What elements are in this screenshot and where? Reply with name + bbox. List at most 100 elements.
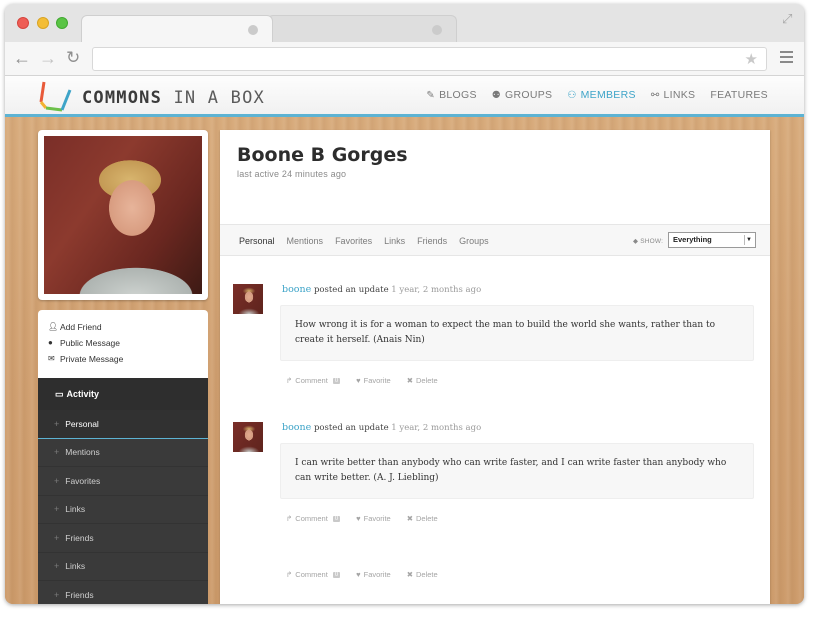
- sidebar-item-activity[interactable]: ▭ Activity: [38, 378, 208, 410]
- main-nav: ✎ BLOGS ⚉ GROUPS ⚇ MEMBERS ⚯ LINKS FEATURES: [426, 89, 768, 101]
- site-logo-text[interactable]: COMMONS IN A BOX: [82, 88, 265, 108]
- browser-menu-icon[interactable]: [780, 51, 793, 63]
- plus-icon: +: [54, 504, 60, 515]
- nav-links[interactable]: ⚯ LINKS: [651, 89, 696, 101]
- comment-count: 0: [332, 515, 341, 522]
- favorite-label: Favorite: [363, 376, 391, 385]
- sidebar-item-label: Friends: [65, 589, 94, 600]
- delete-button[interactable]: ✖ Delete: [407, 376, 438, 385]
- address-bar[interactable]: ★: [92, 47, 767, 71]
- delete-button[interactable]: ✖ Delete: [407, 514, 438, 523]
- tab-personal[interactable]: Personal: [239, 236, 275, 246]
- sidebar-item-friends-2[interactable]: + Friends: [38, 581, 208, 604]
- comment-count: 0: [332, 571, 341, 578]
- nav-label: MEMBERS: [580, 89, 636, 101]
- reply-icon: ↱: [286, 570, 293, 579]
- tab-mentions[interactable]: Mentions: [287, 236, 324, 246]
- delete-button[interactable]: ✖ Delete: [407, 570, 438, 579]
- action-label: Private Message: [60, 354, 124, 364]
- tab-close-icon[interactable]: [432, 25, 442, 35]
- fullscreen-icon[interactable]: ⤢: [782, 11, 796, 26]
- comment-button[interactable]: ↱ Comment 0: [286, 376, 341, 385]
- comment-button[interactable]: ↱ Comment 0: [286, 570, 341, 579]
- sidebar-item-friends[interactable]: + Friends: [38, 524, 208, 553]
- add-friend-button[interactable]: 👤︎ Add Friend: [48, 319, 208, 335]
- chevron-down-icon: ▼: [744, 235, 753, 245]
- bookmark-star-icon[interactable]: ★: [745, 50, 758, 68]
- sidebar-item-label: Favorites: [65, 475, 101, 486]
- page-viewport: COMMONS IN A BOX ✎ BLOGS ⚉ GROUPS ⚇ MEMBERS…: [5, 76, 804, 604]
- forward-arrow-icon[interactable]: →: [39, 47, 57, 69]
- nav-features[interactable]: FEATURES: [710, 89, 768, 101]
- profile-content: Boone B Gorges last active 24 minutes ag…: [220, 130, 770, 604]
- private-message-button[interactable]: ✉ Private Message: [48, 351, 208, 367]
- sidebar-item-label: Links: [65, 561, 86, 572]
- favorite-button[interactable]: ♥ Favorite: [356, 376, 391, 385]
- show-filter-select[interactable]: Everything ▼: [668, 232, 756, 248]
- comment-label: Comment: [295, 376, 328, 385]
- action-label: Add Friend: [60, 322, 102, 332]
- close-window-button[interactable]: [17, 17, 29, 29]
- sidebar-item-favorites[interactable]: + Favorites: [38, 467, 208, 496]
- activity-timestamp[interactable]: 1 year, 2 months ago: [391, 423, 481, 433]
- sidebar-item-personal[interactable]: + Personal: [38, 410, 208, 439]
- nav-groups[interactable]: ⚉ GROUPS: [492, 89, 553, 101]
- sidebar-item-mentions[interactable]: + Mentions: [38, 439, 208, 467]
- plus-icon: +: [54, 418, 60, 429]
- maximize-window-button[interactable]: [56, 17, 68, 29]
- activity-timestamp[interactable]: 1 year, 2 months ago: [391, 285, 481, 295]
- plus-icon: +: [54, 475, 60, 486]
- avatar[interactable]: [233, 284, 263, 314]
- profile-avatar[interactable]: [44, 136, 202, 294]
- heart-icon: ♥: [356, 514, 361, 523]
- sidebar-item-links-2[interactable]: + Links: [38, 553, 208, 581]
- activity-meta: boone posted an update 1 year, 2 months …: [282, 284, 481, 295]
- sidebar-item-label: Personal: [65, 418, 99, 429]
- tab-favorites[interactable]: Favorites: [335, 236, 372, 246]
- nav-label: BLOGS: [439, 89, 477, 101]
- activity-icon: ▭: [55, 388, 64, 399]
- plus-icon: +: [54, 561, 60, 572]
- close-icon: ✖: [406, 514, 413, 523]
- favorite-button[interactable]: ♥ Favorite: [356, 570, 391, 579]
- logo-icon[interactable]: [38, 80, 74, 112]
- nav-label: FEATURES: [710, 89, 768, 101]
- reload-icon[interactable]: ↻: [66, 47, 80, 69]
- sidebar-item-label: Friends: [65, 532, 94, 543]
- tab-groups[interactable]: Groups: [459, 236, 489, 246]
- favorite-label: Favorite: [363, 514, 391, 523]
- activity-action-text: posted an update: [313, 423, 389, 433]
- avatar[interactable]: [233, 422, 263, 452]
- sidebar-item-links[interactable]: + Links: [38, 496, 208, 524]
- nav-members[interactable]: ⚇ MEMBERS: [567, 89, 635, 101]
- nav-blogs[interactable]: ✎ BLOGS: [426, 89, 476, 101]
- minimize-window-button[interactable]: [37, 17, 49, 29]
- activity-actions: ↱ Comment 0 ♥ Favorite ✖ Delete: [286, 376, 438, 385]
- plus-icon: +: [54, 532, 60, 543]
- tab-links[interactable]: Links: [384, 236, 405, 246]
- members-icon: ⚇: [567, 89, 577, 101]
- comment-label: Comment: [295, 570, 328, 579]
- tag-icon: ◆: [633, 238, 639, 245]
- tab-friends[interactable]: Friends: [417, 236, 447, 246]
- comment-count: 0: [332, 377, 341, 384]
- show-label-text: SHOW:: [640, 238, 664, 245]
- sidebar-heading-label: Activity: [66, 389, 100, 399]
- browser-tab-2[interactable]: [267, 15, 457, 43]
- back-arrow-icon[interactable]: ←: [13, 47, 31, 69]
- comment-button[interactable]: ↱ Comment 0: [286, 514, 341, 523]
- activity-subnav: Personal Mentions Favorites Links Friend…: [220, 224, 770, 256]
- favorite-label: Favorite: [363, 570, 391, 579]
- public-message-button[interactable]: ● Public Message: [48, 335, 208, 351]
- comment-label: Comment: [295, 514, 328, 523]
- activity-user-link[interactable]: boone: [282, 422, 311, 433]
- link-icon: ⚯: [650, 89, 660, 101]
- browser-tab-1[interactable]: [81, 15, 273, 43]
- close-icon: ✖: [406, 570, 413, 579]
- favorite-button[interactable]: ♥ Favorite: [356, 514, 391, 523]
- activity-user-link[interactable]: boone: [282, 284, 311, 295]
- delete-label: Delete: [416, 570, 438, 579]
- tab-close-icon[interactable]: [248, 25, 258, 35]
- plus-icon: +: [54, 447, 60, 458]
- delete-label: Delete: [416, 514, 438, 523]
